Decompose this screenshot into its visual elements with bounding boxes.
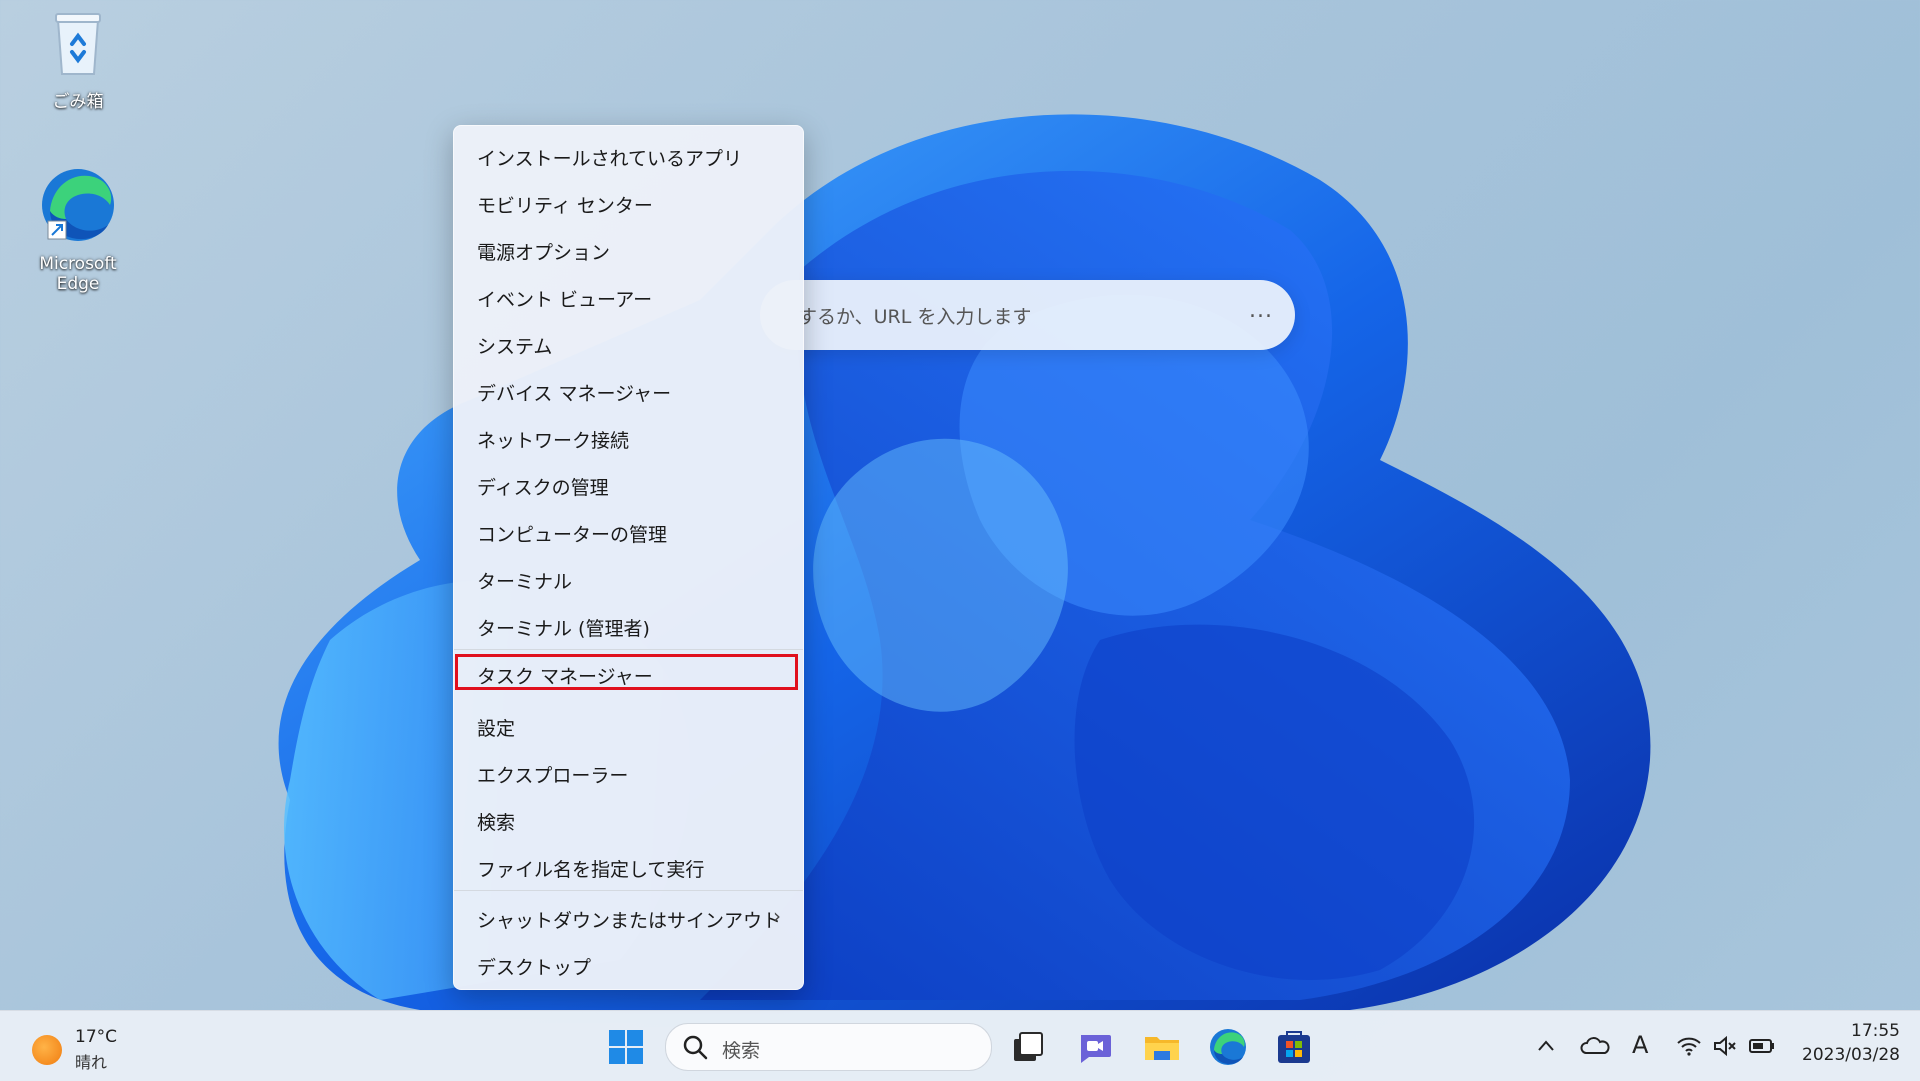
edge-taskbar-icon[interactable] bbox=[1208, 1027, 1248, 1067]
battery-icon[interactable] bbox=[1748, 1036, 1776, 1056]
more-options-button[interactable]: ... bbox=[1249, 298, 1273, 323]
wifi-icon[interactable] bbox=[1676, 1035, 1702, 1057]
menu-item-event-viewer[interactable]: イベント ビューアー bbox=[454, 273, 803, 317]
menu-item-disk-management[interactable]: ディスクの管理 bbox=[454, 461, 803, 505]
edge-icon bbox=[42, 169, 114, 241]
ime-indicator[interactable]: A bbox=[1632, 1031, 1648, 1059]
task-view-icon[interactable] bbox=[1008, 1027, 1048, 1067]
weather-widget[interactable]: 17°C 晴れ bbox=[30, 1025, 150, 1072]
search-placeholder: 検索 bbox=[722, 1040, 761, 1062]
menu-item-terminal-admin[interactable]: ターミナル (管理者) bbox=[454, 602, 803, 646]
clock-time: 17:55 bbox=[1851, 1021, 1900, 1041]
chat-icon[interactable] bbox=[1075, 1027, 1115, 1067]
sun-icon bbox=[32, 1035, 62, 1065]
onedrive-icon[interactable] bbox=[1580, 1035, 1610, 1057]
clock-date: 2023/03/28 bbox=[1802, 1045, 1900, 1065]
recycle-bin-icon bbox=[55, 13, 101, 75]
menu-item-device-manager[interactable]: デバイス マネージャー bbox=[454, 367, 803, 411]
weather-temp: 17°C bbox=[75, 1027, 118, 1047]
taskbar: 17°C 晴れ 検索 A 17:55 2023/03/28 bbox=[0, 1010, 1920, 1081]
chevron-up-icon[interactable] bbox=[1535, 1035, 1557, 1057]
menu-separator bbox=[454, 649, 803, 650]
browser-address-bar[interactable]: するか、URL を入力します ... bbox=[760, 280, 1295, 350]
store-icon[interactable] bbox=[1274, 1027, 1314, 1067]
address-placeholder: するか、URL を入力します bbox=[798, 306, 1032, 328]
menu-item-desktop[interactable]: デスクトップ bbox=[454, 941, 803, 985]
menu-item-mobility-center[interactable]: モビリティ センター bbox=[454, 179, 803, 223]
volume-muted-icon[interactable] bbox=[1712, 1035, 1738, 1057]
edge-shortcut[interactable]: Microsoft Edge bbox=[18, 165, 138, 294]
menu-item-settings[interactable]: 設定 bbox=[454, 702, 803, 746]
file-explorer-icon[interactable] bbox=[1142, 1027, 1182, 1067]
menu-item-computer-management[interactable]: コンピューターの管理 bbox=[454, 508, 803, 552]
menu-item-network-connections[interactable]: ネットワーク接続 bbox=[454, 414, 803, 458]
start-icon[interactable] bbox=[606, 1027, 646, 1067]
menu-item-explorer[interactable]: エクスプローラー bbox=[454, 749, 803, 793]
menu-separator bbox=[454, 890, 803, 891]
chevron-right-icon: › bbox=[773, 904, 781, 928]
recycle-bin-label: ごみ箱 bbox=[52, 92, 104, 112]
taskbar-clock[interactable]: 17:55 2023/03/28 bbox=[1790, 1021, 1900, 1065]
weather-condition: 晴れ bbox=[75, 1053, 108, 1072]
menu-item-shutdown-signout[interactable]: シャットダウンまたはサインアウト › bbox=[454, 894, 803, 938]
menu-item-power-options[interactable]: 電源オプション bbox=[454, 226, 803, 270]
taskbar-search[interactable]: 検索 bbox=[665, 1023, 992, 1071]
menu-item-run[interactable]: ファイル名を指定して実行 bbox=[454, 843, 803, 887]
wallpaper-bloom bbox=[278, 114, 1651, 1010]
menu-item-installed-apps[interactable]: インストールされているアプリ bbox=[454, 132, 803, 176]
winx-context-menu: インストールされているアプリ モビリティ センター 電源オプション イベント ビ… bbox=[453, 125, 804, 990]
recycle-bin-shortcut[interactable]: ごみ箱 bbox=[18, 8, 138, 112]
edge-label: Microsoft Edge bbox=[39, 254, 117, 294]
menu-item-system[interactable]: システム bbox=[454, 320, 803, 364]
search-icon bbox=[683, 1035, 708, 1060]
menu-item-search[interactable]: 検索 bbox=[454, 796, 803, 840]
menu-item-terminal[interactable]: ターミナル bbox=[454, 555, 803, 599]
highlight-box bbox=[455, 654, 798, 690]
